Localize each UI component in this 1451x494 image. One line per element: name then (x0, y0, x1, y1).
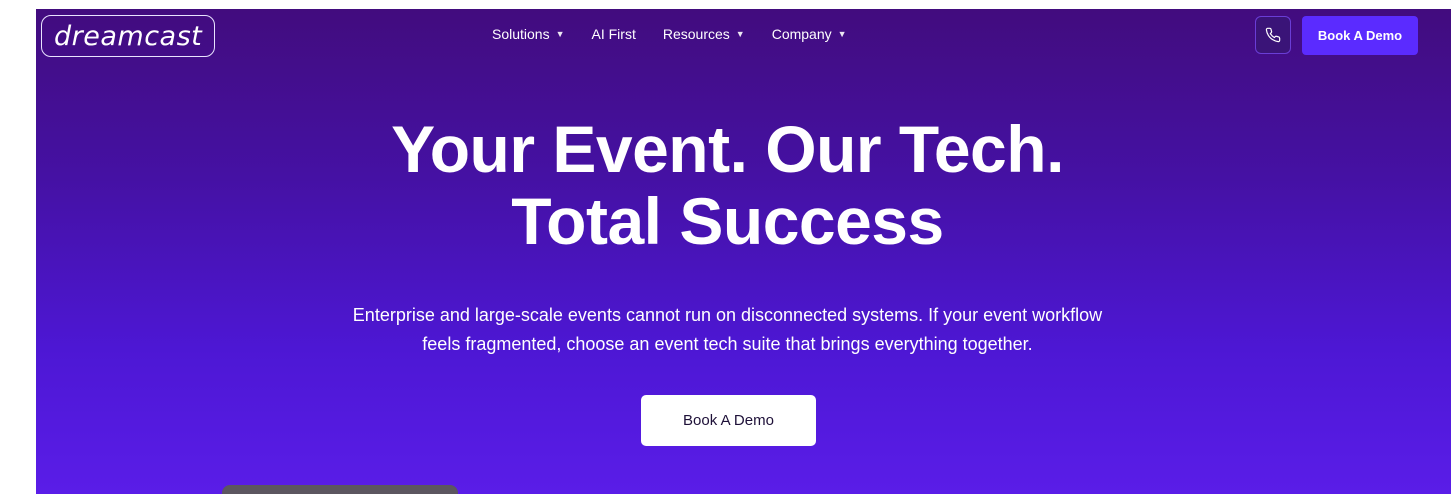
nav-item-resources[interactable]: Resources ▼ (663, 26, 745, 42)
site-header: dreamcast Solutions ▼ AI First Resources… (36, 9, 1451, 65)
hero-section: dreamcast Solutions ▼ AI First Resources… (36, 9, 1451, 494)
nav-item-label: Resources (662, 26, 730, 42)
hero-title: Your Event. Our Tech. Total Success (36, 113, 1419, 257)
hero-subtitle: Enterprise and large-scale events cannot… (36, 301, 1419, 359)
phone-icon (1265, 27, 1281, 43)
hero-title-line-2: Total Success (511, 184, 944, 258)
chevron-down-icon: ▼ (555, 29, 565, 39)
book-demo-button-header[interactable]: Book A Demo (1302, 16, 1418, 55)
hero-subtitle-line-1: Enterprise and large-scale events cannot… (352, 305, 1103, 325)
hero-title-line-1: Your Event. Our Tech. (391, 112, 1064, 186)
nav-item-ai-first[interactable]: AI First (592, 26, 636, 42)
book-demo-button-hero[interactable]: Book A Demo (641, 395, 816, 446)
phone-button[interactable] (1255, 16, 1291, 54)
nav-item-label: AI First (591, 26, 636, 42)
nav-item-solutions[interactable]: Solutions ▼ (492, 26, 565, 42)
hero-subtitle-line-2: feels fragmented, choose an event tech s… (422, 334, 1033, 354)
hero-preview-image (222, 485, 458, 494)
main-nav: Solutions ▼ AI First Resources ▼ Company… (492, 26, 874, 42)
nav-item-company[interactable]: Company ▼ (772, 26, 847, 42)
chevron-down-icon: ▼ (837, 29, 847, 39)
nav-item-label: Company (771, 26, 832, 42)
dreamcast-logo[interactable]: dreamcast (41, 15, 216, 57)
chevron-down-icon: ▼ (735, 29, 745, 39)
nav-item-label: Solutions (492, 26, 550, 42)
